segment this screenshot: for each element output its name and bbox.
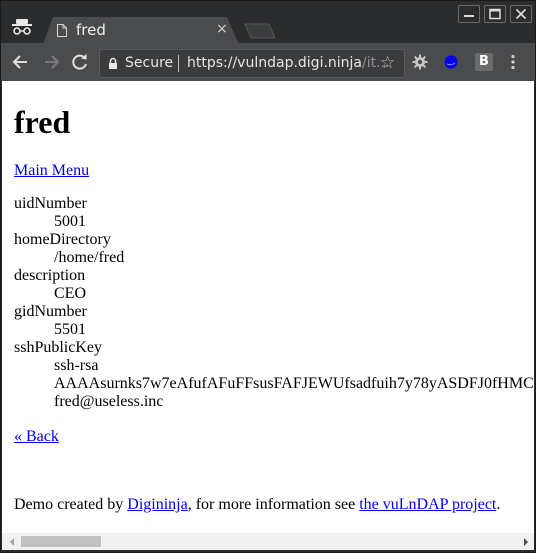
close-window-button[interactable] — [510, 5, 532, 23]
url-host: https://vulndap.digi.ninja — [187, 55, 363, 71]
attribute-value: CEO — [54, 285, 86, 302]
scrollbar-thumb[interactable] — [21, 536, 101, 547]
attribute-value: 5501 — [54, 321, 86, 338]
attribute-name: description — [14, 267, 86, 284]
attribute-value: 5001 — [54, 213, 86, 230]
footer-middle: , for more information see — [187, 496, 360, 513]
attribute-name: homeDirectory — [14, 231, 111, 248]
title-bar: fred × — [1, 1, 535, 45]
b-extension-icon[interactable]: B — [475, 53, 493, 71]
security-label: Secure — [125, 55, 174, 71]
back-link[interactable]: « Back — [14, 427, 59, 447]
new-tab-button[interactable] — [244, 23, 276, 39]
footer-text: Demo created by Digininja, for more info… — [14, 495, 500, 515]
scroll-right-arrow-icon[interactable] — [524, 538, 528, 546]
attribute-name: sshPublicKey — [14, 339, 102, 356]
minimize-button[interactable] — [458, 5, 480, 23]
footer-suffix: . — [496, 496, 501, 513]
attribute-value: AAAAsurnks7w7eAfufAFuFFsusFAFJEWUfsadfui… — [54, 375, 534, 392]
address-bar[interactable]: Secure https://vulndap.digi.ninja/it... … — [99, 49, 405, 78]
reload-icon[interactable] — [70, 52, 90, 72]
gear-extension-icon[interactable] — [412, 54, 428, 70]
attribute-value: ssh-rsa — [54, 357, 99, 374]
attribute-value: fred@useless.inc — [54, 393, 164, 410]
blue-circle-extension-icon[interactable] — [443, 54, 459, 70]
maximize-button[interactable] — [484, 5, 506, 23]
omnibox-separator — [178, 55, 179, 72]
attribute-list: uidNumber 5001 homeDirectory /home/fred … — [14, 195, 534, 411]
attribute-value: /home/fred — [54, 249, 125, 266]
url-text[interactable]: https://vulndap.digi.ninja/it... — [187, 55, 389, 71]
attribute-name: uidNumber — [14, 195, 87, 212]
horizontal-scrollbar[interactable] — [2, 533, 534, 550]
scroll-left-arrow-icon[interactable] — [10, 538, 14, 546]
tab-close-icon[interactable]: × — [216, 21, 228, 37]
tab-title: fred — [76, 21, 106, 39]
digininja-link[interactable]: Digininja — [127, 496, 187, 513]
browser-toolbar: Secure https://vulndap.digi.ninja/it... … — [1, 43, 535, 81]
forward-arrow-icon[interactable] — [41, 52, 61, 72]
bookmark-star-icon[interactable]: ☆ — [380, 53, 395, 73]
browser-menu-icon[interactable] — [508, 54, 518, 70]
browser-tab[interactable]: fred × — [43, 17, 239, 45]
footer-prefix: Demo created by — [14, 496, 128, 513]
page-title: fred — [14, 104, 71, 140]
attribute-name: gidNumber — [14, 303, 87, 320]
vulndap-project-link[interactable]: the vuLnDAP project — [359, 496, 496, 513]
incognito-icon — [12, 19, 32, 35]
back-arrow-icon[interactable] — [11, 52, 31, 72]
main-menu-link[interactable]: Main Menu — [14, 161, 89, 181]
page-icon — [57, 24, 67, 37]
lock-icon — [109, 57, 117, 69]
browser-window: fred × Secure https://vulndap.digi.ninja… — [0, 0, 536, 553]
page-viewport: fred Main Menu uidNumber 5001 homeDirect… — [2, 81, 534, 533]
